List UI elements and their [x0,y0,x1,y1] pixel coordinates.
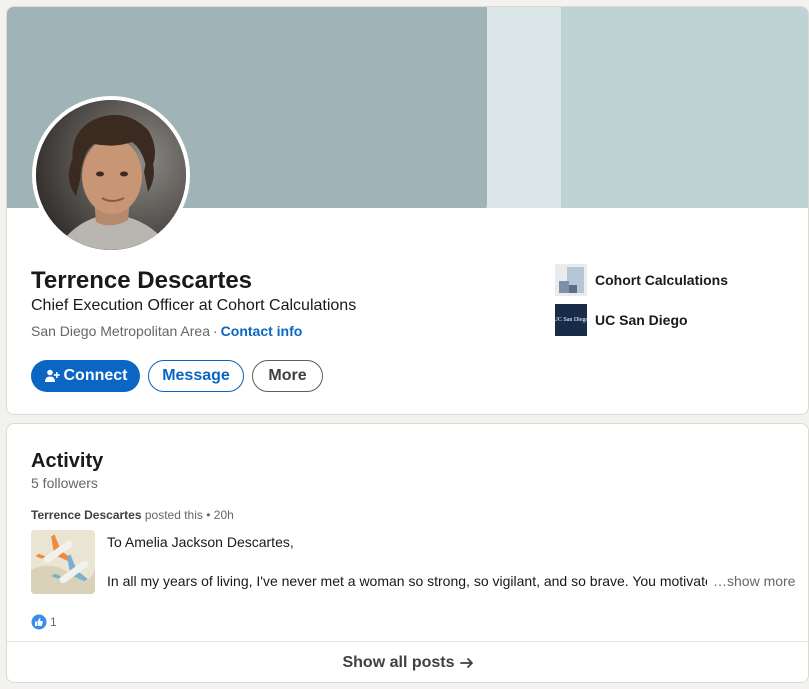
org-label: Cohort Calculations [595,272,729,288]
org-cohort-calculations[interactable]: Cohort Calculations [555,264,728,296]
profile-card: Terrence Descartes Chief Execution Offic… [6,6,809,415]
add-person-icon [44,368,60,384]
post-body: In all my years of living, I've never me… [107,573,707,589]
ucsd-logo: UC San Diego [555,304,587,336]
profile-headline: Chief Execution Officer at Cohort Calcul… [31,297,357,314]
show-all-posts-button[interactable]: Show all posts [7,642,808,682]
activity-card: Activity 5 followers Terrence Descartes … [6,423,809,683]
post-author: Terrence Descartes [31,508,142,522]
post-time: • 20h [206,508,234,522]
post-action: posted this [144,508,203,522]
avatar-photo [36,100,186,250]
cohort-logo [555,264,587,296]
org-uc-san-diego[interactable]: UC San Diego UC San Diego [555,304,688,336]
location-row: San Diego Metropolitan Area · Contact info [31,323,302,339]
reaction-count: 1 [50,615,57,629]
profile-avatar[interactable] [32,96,190,254]
post-thumbnail[interactable] [31,530,95,594]
message-button[interactable]: Message [148,360,244,392]
profile-name: Terrence Descartes [31,267,253,294]
show-all-label: Show all posts [342,654,455,671]
profile-location: San Diego Metropolitan Area [31,323,210,339]
post-meta: Terrence Descartes posted this • 20h [31,508,234,522]
org-label: UC San Diego [595,312,688,328]
more-button[interactable]: More [252,360,323,392]
post-reactions[interactable]: 1 [31,614,57,630]
activity-title: Activity [31,450,104,472]
airplanes-image-icon [31,530,95,594]
arrow-right-icon [459,655,475,671]
post-greeting: To Amelia Jackson Descartes, [107,534,294,550]
followers-count[interactable]: 5 followers [31,475,98,491]
show-more-link[interactable]: …show more [709,573,796,589]
contact-info-link[interactable]: Contact info [221,323,303,339]
location-separator: · [213,323,218,339]
like-icon [31,614,47,630]
connect-label: Connect [63,367,128,384]
connect-button[interactable]: Connect [31,360,140,392]
